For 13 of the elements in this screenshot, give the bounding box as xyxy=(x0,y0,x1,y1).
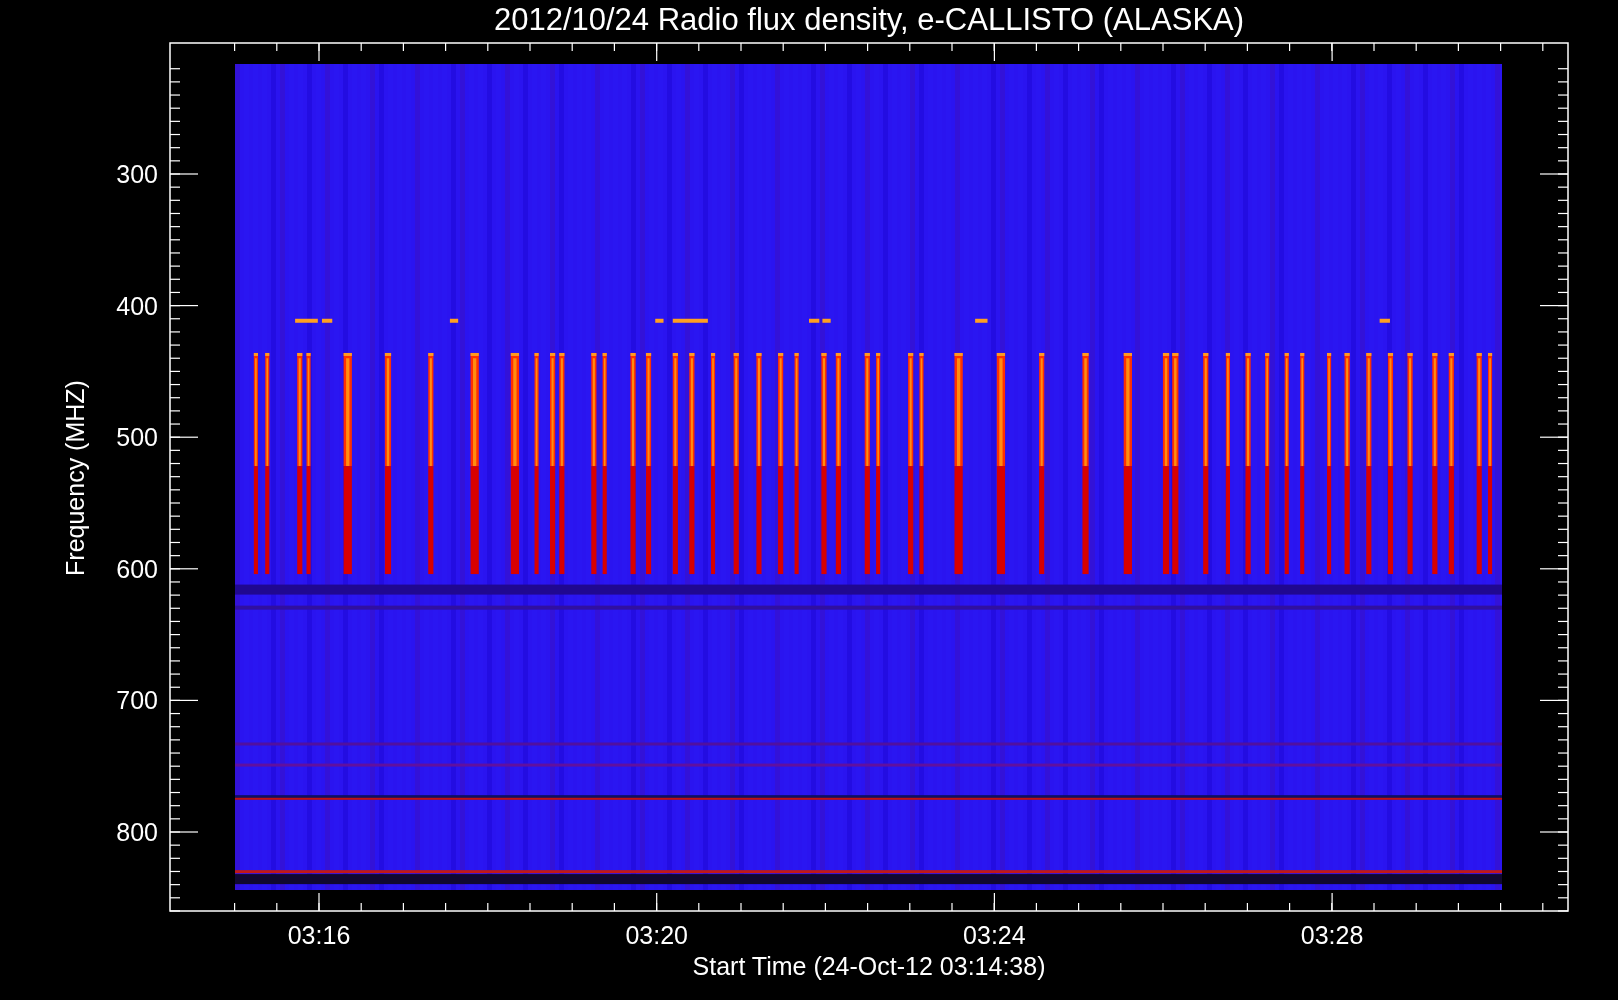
tick-label: 500 xyxy=(116,423,158,452)
tick-label: 300 xyxy=(116,160,158,188)
axis-label: Frequency (MHZ) xyxy=(61,380,89,576)
tick-label: 600 xyxy=(116,554,158,583)
tick-label: 400 xyxy=(116,291,158,320)
tick-label: 03:16 xyxy=(287,921,351,949)
tick-label: 03:24 xyxy=(963,921,1026,949)
tick-label: 700 xyxy=(116,686,158,715)
axis-label: Start Time (24-Oct-12 03:14:38) xyxy=(692,952,1046,980)
tick-label: 800 xyxy=(116,818,158,846)
tick-label: 03:20 xyxy=(625,921,688,949)
chart-title: 2012/10/24 Radio flux density, e-CALLISTO (ALASKA) xyxy=(493,2,1245,37)
tick-label: 03:28 xyxy=(1300,921,1364,949)
